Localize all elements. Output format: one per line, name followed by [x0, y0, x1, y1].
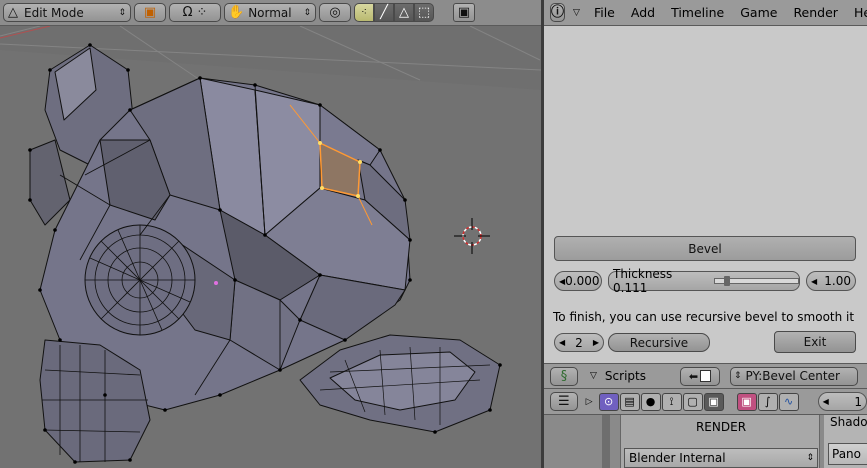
left-number-value: 0.000 — [565, 274, 600, 288]
bevel-button[interactable]: Bevel — [554, 236, 856, 261]
chevron-updown-icon: ⇕ — [118, 7, 126, 18]
recursive-count-value: 2 — [575, 335, 583, 350]
panel-scrollbar[interactable] — [602, 415, 610, 468]
menu-timeline[interactable]: Timeline — [663, 5, 732, 20]
scripts-header: § ▽ Scripts ⬅ ⇕ PY:Bevel Center — [544, 363, 867, 389]
thickness-handle[interactable] — [723, 276, 730, 286]
exit-button[interactable]: Exit — [774, 331, 856, 353]
editing-icon[interactable]: ▢ — [682, 392, 703, 411]
thickness-label: Thickness 0.111 — [613, 267, 673, 295]
snap-button[interactable]: Ω ⁘ — [169, 3, 221, 22]
info-window-button[interactable]: ⓘ — [550, 3, 566, 22]
scripts-menu[interactable]: Scripts — [605, 369, 646, 383]
mode-label: Edit Mode — [24, 5, 84, 20]
chevron-updown-icon: ⇕ — [806, 453, 814, 463]
edge-select-button[interactable]: ╱ — [374, 3, 394, 22]
recursive-count-field[interactable]: ◀ 2 ▶ — [554, 333, 604, 352]
shadow-panel: Shado Pano — [824, 415, 867, 468]
scene-icon[interactable]: ▣ — [703, 392, 724, 411]
shading-icon[interactable]: ● — [640, 392, 661, 411]
thickness-track[interactable] — [713, 276, 799, 286]
object-icon[interactable]: ⟟ — [661, 392, 682, 411]
blank-page-icon — [700, 370, 712, 382]
right-panel: ⓘ ▽ File Add Timeline Game Render Help B… — [544, 0, 867, 468]
image-icon: ▣ — [457, 5, 471, 20]
scene-sub-buttons: ▣ ∫ ∿ — [736, 392, 800, 411]
draw-type-button[interactable]: ▣ — [134, 3, 166, 22]
script-browse-button[interactable]: ⬅ — [679, 366, 720, 386]
menu-add[interactable]: Add — [623, 5, 663, 20]
buttons-header: ☰ ▷ ⊙ ▤ ● ⟟ ▢ ▣ ▣ ∫ ∿ ◀ 1 — [544, 389, 867, 415]
edge-icon: ╱ — [380, 5, 388, 20]
decrement-arrow-icon[interactable]: ◀ — [559, 338, 565, 347]
object-origin — [214, 281, 218, 285]
solid-cube-icon: ▣ — [143, 5, 157, 20]
buttons-window-type-button[interactable]: ☰ — [550, 392, 578, 411]
3d-viewport[interactable]: △ Edit Mode ⇕ ▣ Ω ⁘ ✋ Normal ⇕ ◎ ⁖ ╱ △ ⬚ — [0, 0, 541, 468]
increment-arrow-icon[interactable]: ▶ — [593, 338, 599, 347]
recursive-button[interactable]: Recursive — [608, 333, 710, 352]
render-panel: RENDER Blender Internal ⇕ — [620, 415, 820, 468]
thickness-slider[interactable]: Thickness 0.111 — [608, 267, 800, 295]
magnet-icon: Ω — [182, 5, 193, 20]
3d-cursor-icon[interactable] — [454, 218, 490, 254]
shadow-tab[interactable]: Shado — [830, 415, 867, 429]
decrement-arrow-icon[interactable]: ◀ — [823, 397, 829, 406]
edit-mode-icon: △ — [8, 5, 18, 20]
menu-help[interactable]: Help — [846, 5, 867, 20]
script-icon[interactable]: ▤ — [619, 392, 640, 411]
render-panel-title: RENDER — [695, 420, 747, 434]
menu-list-icon: ☰ — [557, 394, 570, 409]
script-name-selector[interactable]: ⇕ PY:Bevel Center — [729, 366, 858, 386]
chevron-updown-icon: ⇕ — [733, 371, 742, 381]
script-window: Bevel ◀ 0.000 Thickness 0.111 ◀ 1.00 To … — [544, 27, 867, 363]
occlude-button[interactable]: ⬚ — [414, 3, 434, 22]
viewport-header: △ Edit Mode ⇕ ▣ Ω ⁘ ✋ Normal ⇕ ◎ ⁖ ╱ △ ⬚ — [0, 0, 541, 26]
mode-selector[interactable]: △ Edit Mode ⇕ — [3, 3, 131, 22]
context-buttons: ⊙ ▤ ● ⟟ ▢ ▣ — [598, 392, 725, 411]
frame-field[interactable]: ◀ 1 — [817, 392, 867, 411]
snap-grid-icon: ⁘ — [196, 5, 208, 20]
frame-value: 1 — [854, 394, 862, 409]
target-icon: ◎ — [329, 5, 341, 20]
renderer-value: Blender Internal — [629, 451, 726, 465]
right-number-field[interactable]: ◀ 1.00 — [806, 271, 856, 291]
menu-game[interactable]: Game — [732, 5, 785, 20]
proportional-edit-button[interactable]: ◎ — [319, 3, 351, 22]
pano-button[interactable]: Pano — [828, 443, 867, 465]
render-preview-button[interactable]: ▣ — [453, 3, 475, 22]
buttons-panels: RENDER Blender Internal ⇕ Shado Pano — [544, 415, 867, 468]
menu-file[interactable]: File — [586, 5, 623, 20]
collapse-triangle-icon[interactable]: ▽ — [573, 8, 580, 18]
script-window-type-button[interactable]: § — [550, 366, 578, 386]
cube-icon: ⬚ — [417, 5, 431, 20]
decrement-arrow-icon[interactable]: ◀ — [811, 277, 817, 286]
collapse-triangle-icon[interactable]: ▽ — [590, 371, 597, 381]
hand-icon: ✋ — [228, 5, 245, 20]
chevron-updown-icon: ⇕ — [303, 7, 311, 18]
left-number-field[interactable]: ◀ 0.000 — [554, 271, 602, 291]
vertex-icon: ⁖ — [361, 6, 367, 18]
logic-icon[interactable]: ⊙ — [598, 392, 619, 411]
face-select-button[interactable]: △ — [394, 3, 414, 22]
sound-icon[interactable]: ∿ — [778, 392, 799, 411]
render-icon[interactable]: ▣ — [736, 392, 757, 411]
anim-icon[interactable]: ∫ — [757, 392, 778, 411]
shading-label: Normal — [248, 5, 292, 20]
mesh-monkey[interactable] — [29, 44, 501, 463]
face-icon: △ — [399, 5, 409, 20]
info-menubar: ⓘ ▽ File Add Timeline Game Render Help — [544, 0, 867, 26]
right-number-value: 1.00 — [824, 274, 851, 288]
pivot-selector[interactable]: ✋ Normal ⇕ — [224, 3, 316, 22]
back-arrow-icon: ⬅ — [688, 369, 699, 383]
script-name: PY:Bevel Center — [745, 369, 840, 383]
info-icon: ⓘ — [551, 5, 565, 20]
viewport-canvas[interactable] — [0, 0, 541, 468]
renderer-selector[interactable]: Blender Internal ⇕ — [624, 448, 818, 468]
expand-triangle-icon[interactable]: ▷ — [586, 397, 593, 407]
hint-text: To finish, you can use recursive bevel t… — [553, 310, 855, 324]
python-snake-icon: § — [560, 368, 568, 384]
menu-render[interactable]: Render — [785, 5, 846, 20]
vertex-select-button[interactable]: ⁖ — [354, 3, 374, 22]
